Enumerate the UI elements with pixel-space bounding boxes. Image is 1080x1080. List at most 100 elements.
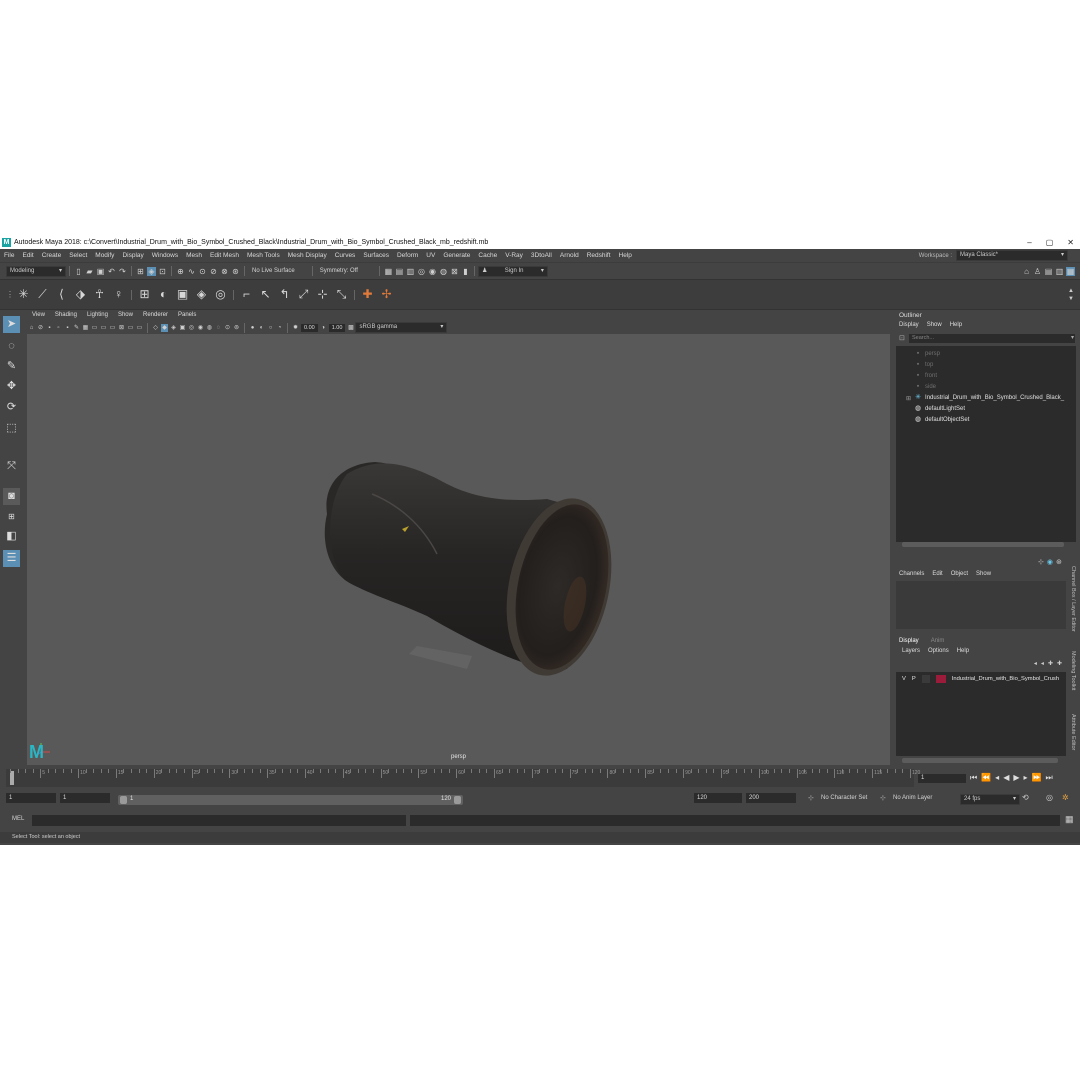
lattice-icon[interactable]: ⊞ bbox=[137, 287, 152, 302]
layer-visibility-toggle[interactable]: V bbox=[902, 676, 906, 682]
outliner-search-input[interactable]: Search... bbox=[909, 334, 1075, 343]
shelf-up-icon[interactable]: ▲ bbox=[1068, 288, 1074, 294]
anim-layer-field[interactable]: No Anim Layer bbox=[893, 795, 932, 801]
fps-dropdown[interactable]: 24 fps ▾ bbox=[960, 794, 1020, 805]
list-item[interactable]: ▪ top bbox=[914, 361, 934, 369]
range-slider[interactable]: 1 120 bbox=[118, 795, 463, 805]
menu-item-7[interactable]: Mesh bbox=[182, 252, 206, 259]
motion-blur-icon[interactable]: ◌ bbox=[215, 324, 222, 332]
current-frame-field[interactable]: 1 bbox=[918, 774, 966, 783]
snap-curve-icon[interactable]: ∿ bbox=[187, 267, 196, 276]
render-frame-icon[interactable]: ▦ bbox=[384, 267, 393, 276]
point-constraint-icon[interactable]: ⌐ bbox=[239, 287, 254, 302]
exposure-icon[interactable]: ✹ bbox=[292, 324, 299, 332]
auto-key-icon[interactable]: ◎ bbox=[1046, 793, 1053, 802]
attribute-icon[interactable]: ◉ bbox=[1047, 558, 1053, 566]
film-gate-icon[interactable]: ▭ bbox=[91, 324, 98, 332]
current-time-marker[interactable] bbox=[10, 771, 14, 785]
viewport-menu-item-3[interactable]: Show bbox=[113, 312, 138, 321]
rotate-tool-icon[interactable]: ⟳ bbox=[3, 399, 20, 416]
menu-item-13[interactable]: Deform bbox=[393, 252, 422, 259]
layer-playback-toggle[interactable]: P bbox=[912, 676, 916, 682]
ambient-occlusion-icon[interactable]: ◍ bbox=[206, 324, 213, 332]
menu-item-9[interactable]: Mesh Tools bbox=[243, 252, 284, 259]
menu-item-20[interactable]: Redshift bbox=[583, 252, 615, 259]
attribute-editor-icon[interactable]: ▤ bbox=[1044, 267, 1053, 276]
character-controls-icon[interactable]: ♙ bbox=[1033, 267, 1042, 276]
shelf-menu-icon[interactable]: ⋮ bbox=[6, 290, 14, 299]
color-space-dropdown[interactable]: sRGB gamma ▾ bbox=[355, 322, 448, 333]
snap-point-icon[interactable]: ⊙ bbox=[198, 267, 207, 276]
orient-constraint-icon[interactable]: ↰ bbox=[277, 287, 292, 302]
blend-shape-icon[interactable]: ◈ bbox=[194, 287, 209, 302]
animation-end-field[interactable]: 200 bbox=[746, 793, 796, 803]
single-perspective-layout-icon[interactable]: ◙ bbox=[3, 488, 20, 505]
channel-box-icon[interactable]: ⊹ bbox=[1038, 558, 1044, 566]
viewport-menu-item-5[interactable]: Panels bbox=[173, 312, 201, 321]
minimize-icon[interactable]: – bbox=[1027, 236, 1031, 249]
2d-pan-zoom-icon[interactable]: ▪ bbox=[64, 324, 71, 332]
command-input[interactable] bbox=[32, 815, 406, 826]
list-item[interactable]: ◍ defaultLightSet bbox=[914, 405, 965, 413]
maximize-icon[interactable]: ▢ bbox=[1046, 236, 1054, 249]
humanik-icon[interactable]: ☥ bbox=[92, 287, 107, 302]
menu-item-19[interactable]: Arnold bbox=[556, 252, 583, 259]
workspace-dropdown[interactable]: Maya Classic* ▾ bbox=[956, 250, 1068, 261]
layer-menu-item-1[interactable]: Options bbox=[928, 648, 949, 654]
layer-display-type[interactable] bbox=[921, 675, 930, 683]
menu-item-11[interactable]: Curves bbox=[331, 252, 360, 259]
ik-spline-icon[interactable]: ⟨ bbox=[54, 287, 69, 302]
select-component-icon[interactable]: ⊡ bbox=[158, 267, 167, 276]
menu-item-17[interactable]: V-Ray bbox=[501, 252, 527, 259]
quick-rig-icon[interactable]: ♀ bbox=[111, 287, 126, 302]
redshift-icon[interactable]: ◍ bbox=[439, 267, 448, 276]
wireframe-icon[interactable]: ◇ bbox=[152, 324, 159, 332]
anti-aliasing-icon[interactable]: ⊙ bbox=[224, 324, 231, 332]
scale-tool-icon[interactable]: ⬚ bbox=[3, 420, 20, 437]
arnold-icon[interactable]: ▮ bbox=[461, 267, 470, 276]
open-scene-icon[interactable]: ▰ bbox=[85, 267, 94, 276]
color-management-icon[interactable]: ▩ bbox=[347, 324, 354, 332]
locator-icon[interactable]: ✚ bbox=[360, 287, 375, 302]
outliner-menu-item-0[interactable]: Display bbox=[899, 322, 919, 328]
resolution-gate-icon[interactable]: ▭ bbox=[100, 324, 107, 332]
paint-select-icon[interactable]: ✎ bbox=[3, 358, 20, 375]
go-to-start-icon[interactable]: ⏮ bbox=[970, 773, 977, 783]
time-slider[interactable]: 5 10 15 20 25 30 35 40 45 50 55 60 65 70 75 80 85 90 95 100… bbox=[6, 769, 920, 787]
viewport-menu-item-4[interactable]: Renderer bbox=[138, 312, 173, 321]
undo-icon[interactable]: ↶ bbox=[107, 267, 116, 276]
move-tool-icon[interactable]: ✥ bbox=[3, 378, 20, 395]
isolate-select-icon[interactable]: ● bbox=[249, 324, 256, 332]
outliner-layout-icon[interactable]: ☰ bbox=[3, 550, 20, 567]
render-sequence-icon[interactable]: ▤ bbox=[395, 267, 404, 276]
hypershade-icon[interactable]: ◉ bbox=[428, 267, 437, 276]
list-item[interactable]: ◍ defaultObjectSet bbox=[914, 416, 969, 424]
script-editor-icon[interactable]: ▦ bbox=[1065, 814, 1074, 825]
xray-icon[interactable]: ◐ bbox=[258, 324, 265, 332]
new-layer-selected-icon[interactable]: ✚ bbox=[1057, 660, 1062, 667]
loop-icon[interactable]: ⟲ bbox=[1022, 793, 1029, 802]
move-layer-up-icon[interactable]: ◂ bbox=[1034, 660, 1037, 667]
tool-settings-icon[interactable]: ⊛ bbox=[1056, 558, 1062, 566]
chevron-down-icon[interactable]: ▾ bbox=[1071, 334, 1074, 341]
textured-icon[interactable]: ▣ bbox=[179, 324, 186, 332]
tool-settings-icon[interactable]: ▥ bbox=[1055, 267, 1064, 276]
show-manipulator-icon[interactable]: ⤧ bbox=[3, 458, 20, 475]
wire-icon[interactable]: ◎ bbox=[213, 287, 228, 302]
step-back-key-icon[interactable]: ⏪ bbox=[981, 773, 991, 783]
filter-icon[interactable]: ⊡ bbox=[899, 334, 905, 342]
channel-menu-item-1[interactable]: Edit bbox=[932, 571, 942, 577]
mode-dropdown[interactable]: Modeling ▾ bbox=[6, 265, 66, 277]
menu-item-8[interactable]: Edit Mesh bbox=[206, 252, 243, 259]
menu-item-12[interactable]: Surfaces bbox=[359, 252, 393, 259]
select-camera-icon[interactable]: ⌂ bbox=[28, 324, 35, 332]
layer-menu-item-0[interactable]: Layers bbox=[902, 648, 920, 654]
tab-display[interactable]: Display bbox=[899, 638, 919, 644]
grease-pencil-icon[interactable]: ✎ bbox=[73, 324, 80, 332]
bind-skin-icon[interactable]: ⬗ bbox=[73, 287, 88, 302]
ik-handle-icon[interactable]: ⟋ bbox=[35, 287, 50, 302]
close-icon[interactable]: ✕ bbox=[1067, 236, 1074, 249]
drum-model[interactable] bbox=[27, 334, 890, 765]
layer-menu-item-2[interactable]: Help bbox=[957, 648, 969, 654]
outliner-menu-item-2[interactable]: Help bbox=[950, 322, 962, 328]
